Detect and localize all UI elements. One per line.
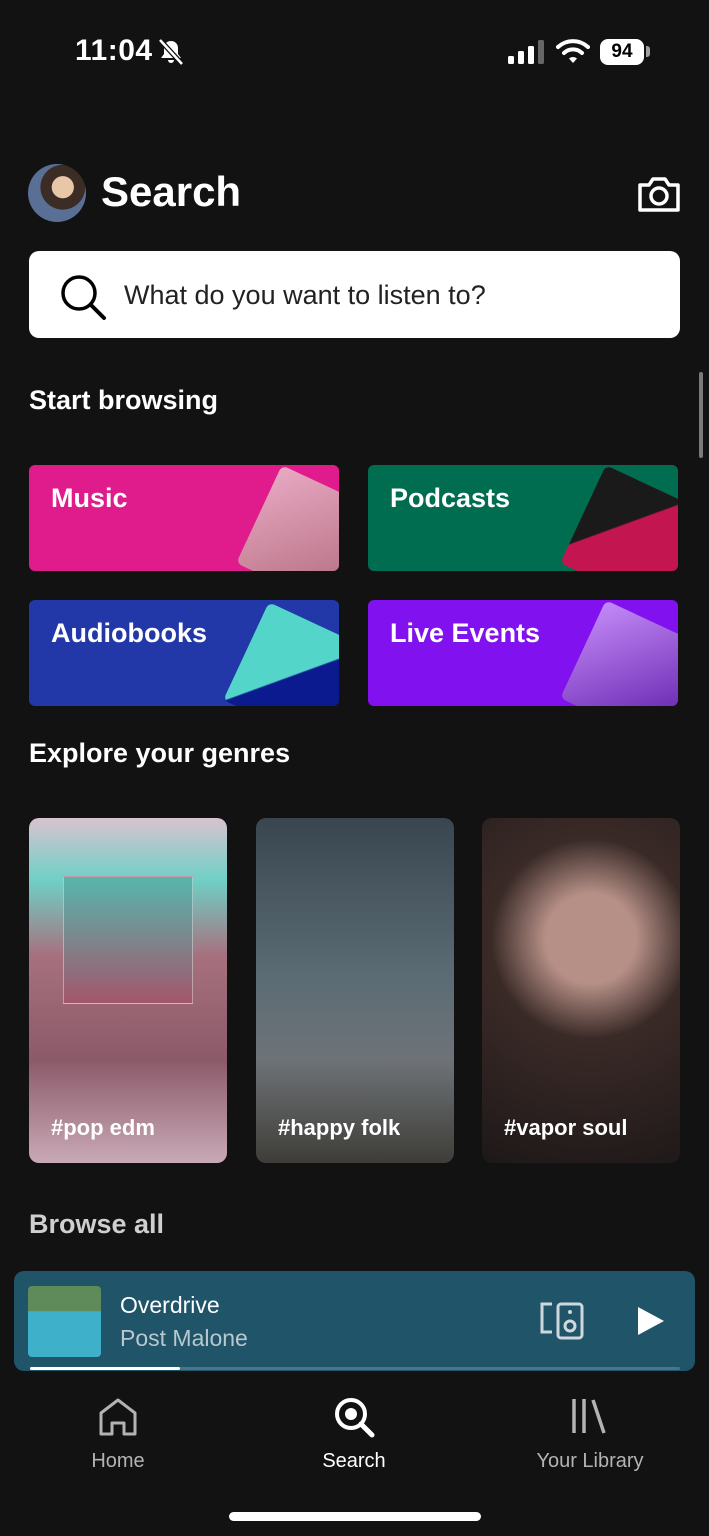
live-events-artwork — [560, 600, 678, 706]
tile-podcasts[interactable]: Podcasts — [368, 465, 678, 571]
genre-label: #happy folk — [278, 1115, 401, 1140]
cellular-signal-icon — [508, 40, 544, 64]
nav-library-label[interactable]: Your Library — [510, 1450, 670, 1473]
genre-label: #vapor soul — [504, 1115, 628, 1140]
tile-audiobooks-label: Audiobooks — [51, 618, 207, 648]
search-input[interactable] — [124, 277, 644, 313]
play-icon[interactable] — [634, 1305, 666, 1337]
search-icon[interactable] — [332, 1395, 376, 1439]
tile-live-events-label: Live Events — [390, 618, 541, 648]
status-time: 11:04 — [75, 34, 153, 67]
genre-card-pop-edm[interactable]: #pop edm — [29, 818, 227, 1163]
playback-progress-fill — [30, 1367, 180, 1370]
nav-home-label[interactable]: Home — [38, 1450, 198, 1473]
podcasts-artwork — [560, 465, 678, 571]
genre-label: #pop edm — [51, 1115, 155, 1140]
library-icon[interactable] — [568, 1395, 612, 1439]
genre-card-vapor-soul[interactable]: #vapor soul — [482, 818, 680, 1163]
battery-tip — [646, 46, 650, 57]
tile-audiobooks[interactable]: Audiobooks — [29, 600, 339, 706]
section-heading-explore-genres: Explore your genres — [29, 738, 291, 768]
music-artwork — [236, 465, 339, 571]
genre-card-happy-folk[interactable]: #happy folk — [256, 818, 454, 1163]
wifi-icon — [556, 39, 590, 63]
tile-live-events[interactable]: Live Events — [368, 600, 678, 706]
scrollbar[interactable] — [699, 372, 703, 458]
audiobooks-artwork — [223, 602, 339, 706]
section-heading-browse-all: Browse all — [29, 1209, 165, 1239]
camera-icon[interactable] — [636, 174, 682, 214]
bell-slash-icon — [158, 38, 184, 66]
tile-podcasts-label: Podcasts — [390, 483, 511, 513]
home-icon[interactable] — [96, 1395, 140, 1439]
section-heading-start-browsing: Start browsing — [29, 385, 219, 415]
pop-edm-album-art — [63, 876, 193, 1004]
connect-device-icon[interactable] — [538, 1300, 586, 1340]
nav-search-label[interactable]: Search — [274, 1450, 434, 1473]
profile-avatar[interactable] — [28, 164, 86, 222]
track-title: Overdrive — [120, 1292, 220, 1318]
tile-music[interactable]: Music — [29, 465, 339, 571]
tile-music-label: Music — [51, 483, 128, 513]
page-title: Search — [101, 168, 242, 215]
battery-indicator: 94 — [600, 39, 644, 65]
home-indicator — [229, 1512, 481, 1521]
track-artist: Post Malone — [120, 1325, 248, 1351]
mini-player[interactable] — [14, 1271, 695, 1371]
search-icon — [61, 275, 106, 320]
now-playing-artwork[interactable] — [28, 1286, 101, 1357]
